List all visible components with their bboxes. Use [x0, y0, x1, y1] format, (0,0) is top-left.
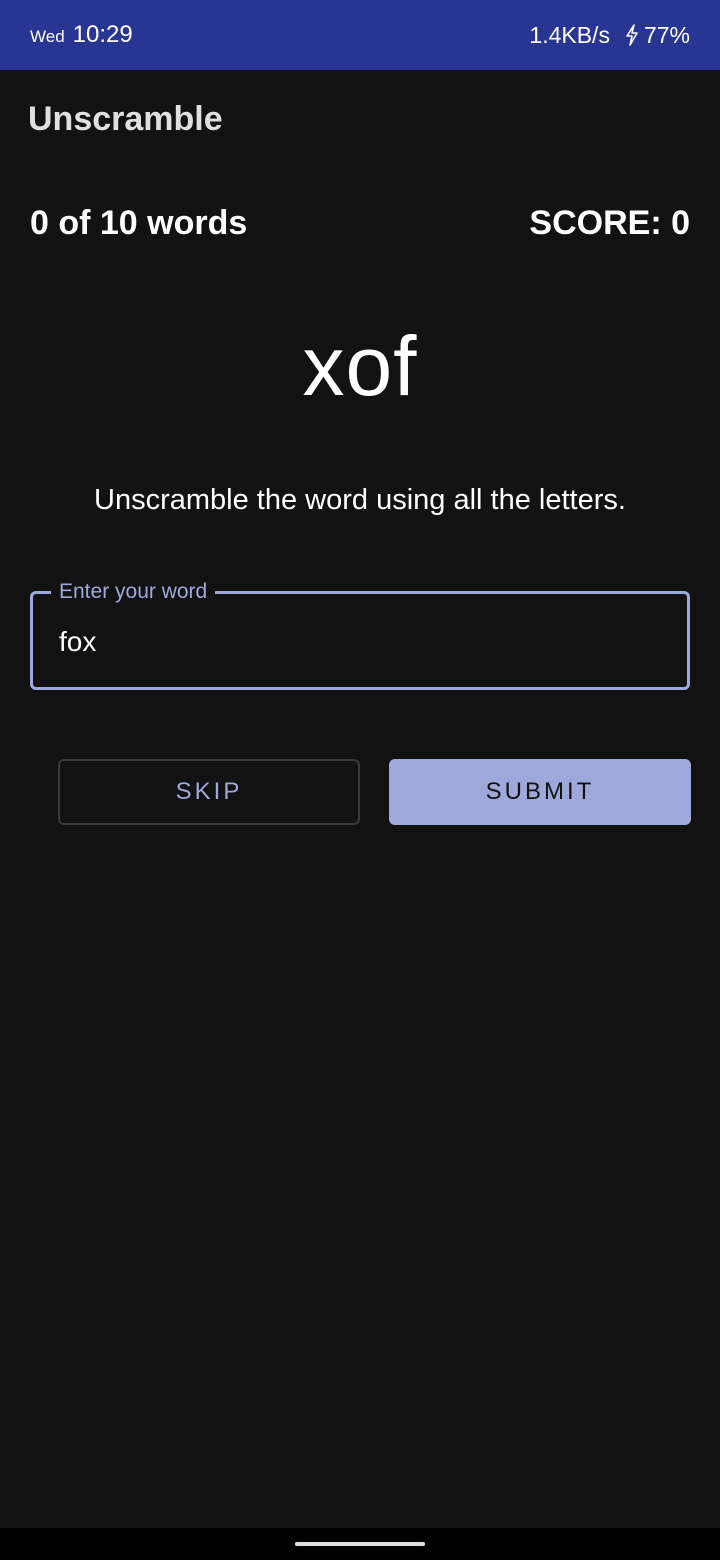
status-bar: Wed 10:29 1.4KB/s 77% [0, 0, 720, 70]
word-input[interactable] [59, 620, 659, 664]
status-clock: Wed 10:29 [30, 21, 133, 49]
battery-status: 77% [624, 22, 690, 49]
word-count: 0 of 10 words [30, 204, 248, 242]
skip-button[interactable]: SKIP [58, 759, 360, 825]
word-input-label: Enter your word [51, 578, 216, 606]
status-time: 10:29 [72, 21, 133, 48]
home-indicator[interactable] [295, 1542, 425, 1546]
status-day: Wed [30, 27, 65, 46]
instructions-text: Unscramble the word using all the letter… [94, 484, 626, 516]
charging-bolt-icon [626, 24, 638, 46]
word-input-field[interactable]: Enter your word [30, 578, 690, 690]
score-label: SCORE: 0 [529, 204, 690, 242]
status-indicators: 1.4KB/s 77% [529, 22, 690, 49]
navigation-bar [0, 1528, 720, 1560]
scrambled-word: xof [302, 319, 418, 413]
network-speed: 1.4KB/s [529, 21, 610, 48]
progress-row: 0 of 10 words SCORE: 0 [30, 204, 690, 243]
battery-level: 77% [643, 21, 690, 48]
submit-button[interactable]: SUBMIT [389, 759, 691, 825]
app-title: Unscramble [28, 100, 223, 138]
game-screen: Wed 10:29 1.4KB/s 77% Unscramble 0 of 10… [0, 0, 720, 1560]
